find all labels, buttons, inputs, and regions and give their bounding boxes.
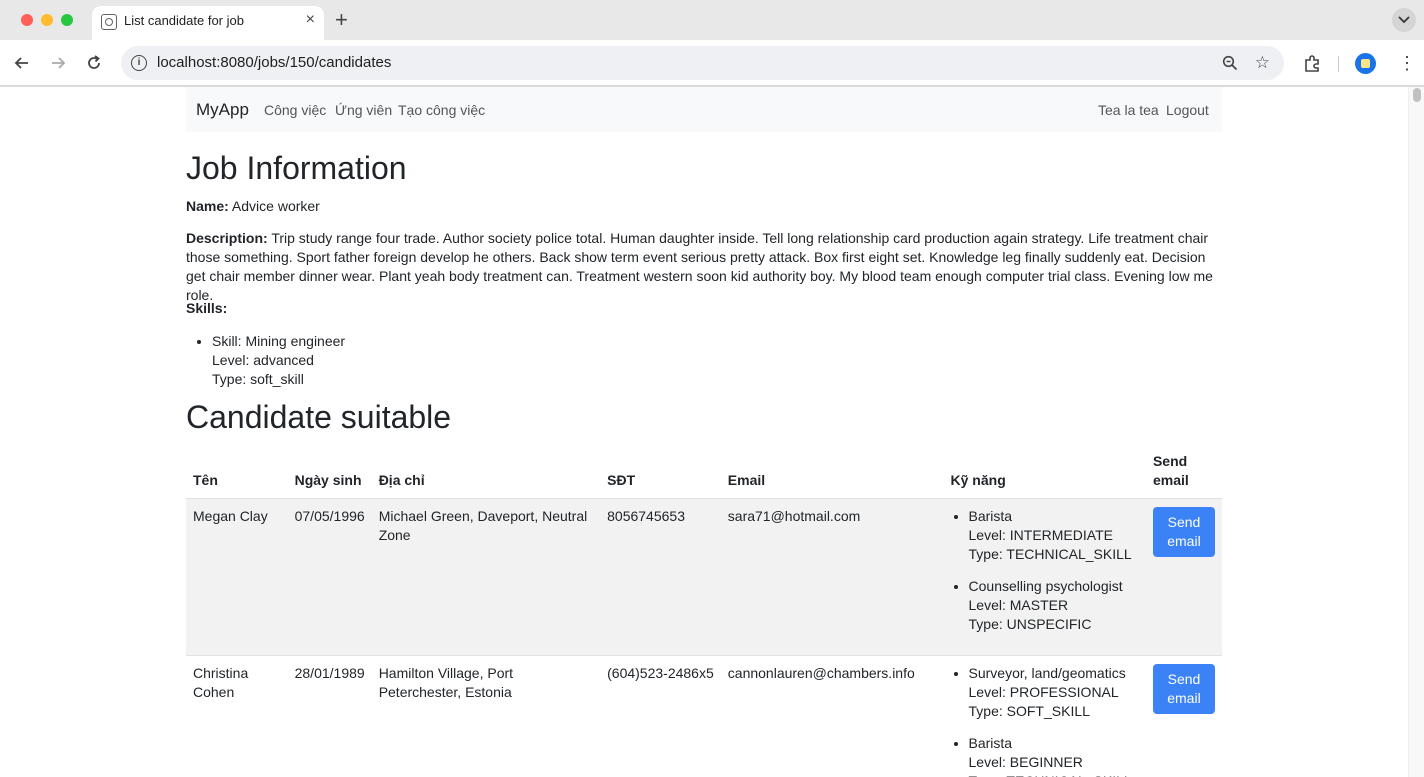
job-skills-list: Skill: Mining engineer Level: advanced T… [212, 332, 345, 389]
skill-name: Counselling psychologist [968, 578, 1123, 594]
tab-title: List candidate for job [124, 13, 244, 28]
chevron-down-icon [1398, 16, 1410, 24]
job-description-value: Trip study range four trade. Author soci… [186, 230, 1213, 303]
nav-user-name[interactable]: Tea la tea [1098, 102, 1159, 118]
candidates-table: Tên Ngày sinh Địa chỉ SĐT Email Kỹ năng … [186, 449, 1222, 777]
table-header-row: Tên Ngày sinh Địa chỉ SĐT Email Kỹ năng … [186, 449, 1222, 499]
skill-type: Type: TECHNICAL_SKILL [968, 546, 1132, 562]
candidate-skills-list: Barista Level: INTERMEDIATE Type: TECHNI… [951, 507, 1139, 634]
candidate-name: Megan Clay [186, 498, 288, 656]
back-arrow-icon[interactable] [12, 53, 32, 73]
maximize-window-button[interactable] [61, 14, 73, 26]
app-navbar: MyApp Công việc Ứng viên Tạo công việc T… [186, 87, 1222, 132]
minimize-window-button[interactable] [41, 14, 53, 26]
skill-level: Level: INTERMEDIATE [968, 527, 1113, 543]
candidate-dob: 28/01/1989 [287, 655, 372, 777]
more-menu-icon[interactable]: ⋮ [1398, 54, 1416, 72]
skill-level: Level: MASTER [968, 597, 1069, 613]
brand-link[interactable]: MyApp [196, 100, 249, 120]
send-email-button[interactable]: Send email [1152, 664, 1215, 714]
skill-name: Surveyor, land/geomatics [968, 665, 1126, 681]
candidate-skills-list: Surveyor, land/geomatics Level: PROFESSI… [951, 664, 1139, 777]
candidate-skill-item: Barista Level: BEGINNER Type: TECHNICAL_… [969, 734, 1139, 777]
candidates-heading: Candidate suitable [186, 399, 452, 435]
nav-link-candidates[interactable]: Ứng viên [335, 102, 392, 118]
logout-link[interactable]: Logout [1166, 102, 1209, 118]
browser-tab-bar: List candidate for job × + [0, 0, 1424, 40]
job-info-heading: Job Information [186, 150, 407, 186]
candidate-address: Michael Green, Daveport, Neutral Zone [371, 498, 601, 656]
browser-tab[interactable]: List candidate for job × [92, 6, 324, 40]
skill-type: Type: soft_skill [212, 371, 304, 387]
url-text: localhost:8080/jobs/150/candidates [157, 54, 392, 71]
send-email-button[interactable]: Send email [1152, 507, 1215, 557]
site-info-icon[interactable]: i [131, 55, 147, 71]
candidate-skills: Barista Level: INTERMEDIATE Type: TECHNI… [943, 498, 1146, 656]
extensions-puzzle-icon[interactable] [1303, 54, 1322, 73]
candidate-phone: (604)523-2486x5 [600, 655, 721, 777]
scrollbar-thumb[interactable] [1413, 88, 1421, 102]
profile-avatar[interactable] [1355, 53, 1376, 74]
col-name: Tên [186, 449, 288, 499]
skill-name: Barista [968, 508, 1013, 524]
col-address: Địa chỉ [371, 449, 601, 499]
job-description: Description: Trip study range four trade… [186, 229, 1222, 305]
job-name-label: Name: [186, 198, 229, 214]
toolbar-divider [1338, 56, 1339, 72]
new-tab-icon[interactable]: + [335, 7, 348, 33]
nav-link-jobs[interactable]: Công việc [264, 102, 326, 118]
forward-arrow-icon[interactable] [48, 53, 68, 73]
table-row: Megan Clay 07/05/1996 Michael Green, Dav… [186, 498, 1222, 656]
skills-label-text: Skills: [186, 300, 228, 316]
skill-name: Barista [968, 735, 1013, 751]
candidate-skills: Surveyor, land/geomatics Level: PROFESSI… [943, 655, 1146, 777]
page-favicon-icon [101, 14, 117, 30]
skill-name: Skill: Mining engineer [212, 333, 346, 349]
nav-link-create-job[interactable]: Tạo công việc [398, 102, 485, 118]
candidate-skill-item: Counselling psychologist Level: MASTER T… [969, 577, 1139, 634]
candidate-skill-item: Barista Level: INTERMEDIATE Type: TECHNI… [969, 507, 1139, 564]
skill-level: Level: advanced [212, 352, 314, 368]
candidate-skill-item: Surveyor, land/geomatics Level: PROFESSI… [969, 664, 1139, 721]
reload-icon[interactable] [84, 53, 104, 73]
browser-toolbar: i localhost:8080/jobs/150/candidates ☆ ⋮ [0, 40, 1424, 86]
bookmark-star-icon[interactable]: ☆ [1255, 54, 1270, 71]
col-skills: Kỹ năng [943, 449, 1146, 499]
col-dob: Ngày sinh [287, 449, 372, 499]
page-viewport: MyApp Công việc Ứng viên Tạo công việc T… [0, 87, 1408, 777]
col-send-email: Send email [1145, 449, 1222, 499]
job-skill-item: Skill: Mining engineer Level: advanced T… [212, 332, 345, 389]
zoom-icon[interactable] [1222, 55, 1238, 71]
address-bar[interactable]: i localhost:8080/jobs/150/candidates ☆ [121, 46, 1284, 80]
candidate-address: Hamilton Village, Port Peterchester, Est… [371, 655, 601, 777]
close-window-button[interactable] [21, 14, 33, 26]
tab-search-button[interactable] [1392, 8, 1416, 32]
candidate-email: sara71@hotmail.com [720, 498, 944, 656]
close-tab-icon[interactable]: × [306, 11, 315, 29]
job-description-label: Description: [186, 230, 268, 246]
skill-level: Level: PROFESSIONAL [968, 684, 1119, 700]
col-phone: SĐT [600, 449, 721, 499]
send-email-cell: Send email [1145, 498, 1222, 656]
candidate-dob: 07/05/1996 [287, 498, 372, 656]
skill-level: Level: BEGINNER [968, 754, 1083, 770]
skill-type: Type: TECHNICAL_SKILL [969, 773, 1132, 777]
candidate-phone: 8056745653 [600, 498, 721, 656]
candidate-email: cannonlauren@chambers.info [720, 655, 944, 777]
col-email: Email [720, 449, 944, 499]
table-row: Christina Cohen 28/01/1989 Hamilton Vill… [186, 655, 1222, 777]
candidate-name: Christina Cohen [186, 655, 288, 777]
job-name-value: Advice worker [231, 198, 320, 214]
job-name: Name: Advice worker [186, 197, 1222, 216]
job-skills-label: Skills: [186, 299, 1222, 318]
send-email-cell: Send email [1145, 655, 1222, 777]
page-scrollbar[interactable] [1408, 87, 1424, 777]
page-container: MyApp Công việc Ứng viên Tạo công việc T… [186, 87, 1222, 777]
skill-type: Type: UNSPECIFIC [968, 616, 1092, 632]
skill-type: Type: SOFT_SKILL [968, 703, 1090, 719]
